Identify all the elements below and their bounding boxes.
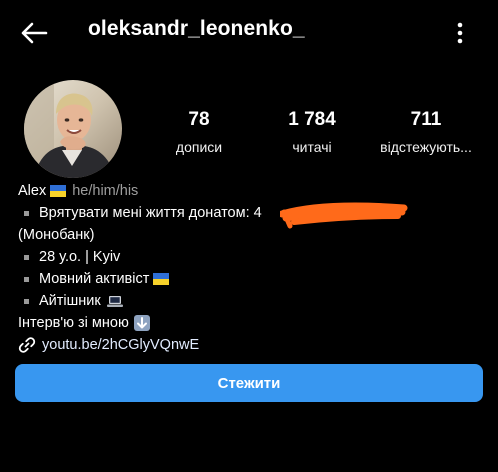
- posts-count[interactable]: 78 дописи: [144, 108, 254, 157]
- back-button[interactable]: [18, 18, 50, 48]
- profile-username: oleksandr_leonenko_: [88, 17, 305, 40]
- bullet-icon: [24, 254, 29, 260]
- arrow-left-icon: [21, 22, 48, 44]
- bio-link-line[interactable]: youtu.be/2hCGlyVQnwE: [18, 334, 478, 356]
- following-count-label: відстежують...: [380, 139, 472, 155]
- posts-count-value: 78: [188, 109, 210, 130]
- bio-donate-text: Врятувати мені життя донатом: 4: [39, 205, 262, 221]
- bio-activist-line: Мовний активіст: [18, 268, 478, 290]
- profile-avatar[interactable]: [24, 80, 122, 178]
- redaction-scribble: [280, 202, 408, 229]
- down-arrow-icon: [133, 315, 150, 331]
- followers-count-value: 1 784: [288, 109, 336, 130]
- ukraine-flag-icon: [153, 273, 170, 285]
- bio-name: Alex: [18, 183, 47, 199]
- laptop-icon: [106, 295, 123, 307]
- bio-age-line: 28 у.о. | Kyiv: [18, 246, 478, 268]
- bio-interview-line: Інтерв'ю зі мною: [18, 312, 478, 334]
- link-icon: [18, 336, 36, 354]
- posts-count-label: дописи: [175, 139, 223, 155]
- bio-job-line: Айтішник: [18, 290, 478, 312]
- more-vertical-icon: [457, 22, 463, 44]
- ukraine-flag-icon: [50, 185, 67, 197]
- bullet-icon: [24, 210, 29, 216]
- bio-job-text: Айтішник: [39, 293, 101, 309]
- followers-count[interactable]: 1 784 читачі: [257, 108, 367, 157]
- following-count-value: 711: [410, 109, 442, 130]
- follow-button[interactable]: Стежити: [15, 364, 483, 402]
- bio-bank-line: (Монобанк): [18, 224, 478, 246]
- bio-interview-text: Інтерв'ю зі мною: [18, 315, 129, 331]
- more-options-button[interactable]: [446, 18, 474, 48]
- avatar-photo: [24, 80, 122, 178]
- bio-activist-text: Мовний активіст: [39, 271, 150, 287]
- following-count[interactable]: 711 відстежують...: [370, 108, 482, 157]
- profile-bio: Alex he/him/his Врятувати мені життя дон…: [18, 180, 478, 356]
- followers-count-label: читачі: [292, 139, 332, 155]
- bullet-icon: [24, 298, 29, 304]
- bio-link[interactable]: youtu.be/2hCGlyVQnwE: [42, 334, 199, 356]
- bio-donate-line: Врятувати мені життя донатом: 4: [18, 202, 478, 224]
- bio-name-line: Alex he/him/his: [18, 180, 478, 202]
- profile-screen: oleksandr_leonenko_ 78 дописи 1 784 чита…: [0, 0, 498, 472]
- bio-age-text: 28 у.о. | Kyiv: [39, 249, 121, 265]
- bio-bank-text: (Монобанк): [18, 227, 95, 243]
- bio-pronouns: he/him/his: [72, 183, 139, 199]
- bullet-icon: [24, 276, 29, 282]
